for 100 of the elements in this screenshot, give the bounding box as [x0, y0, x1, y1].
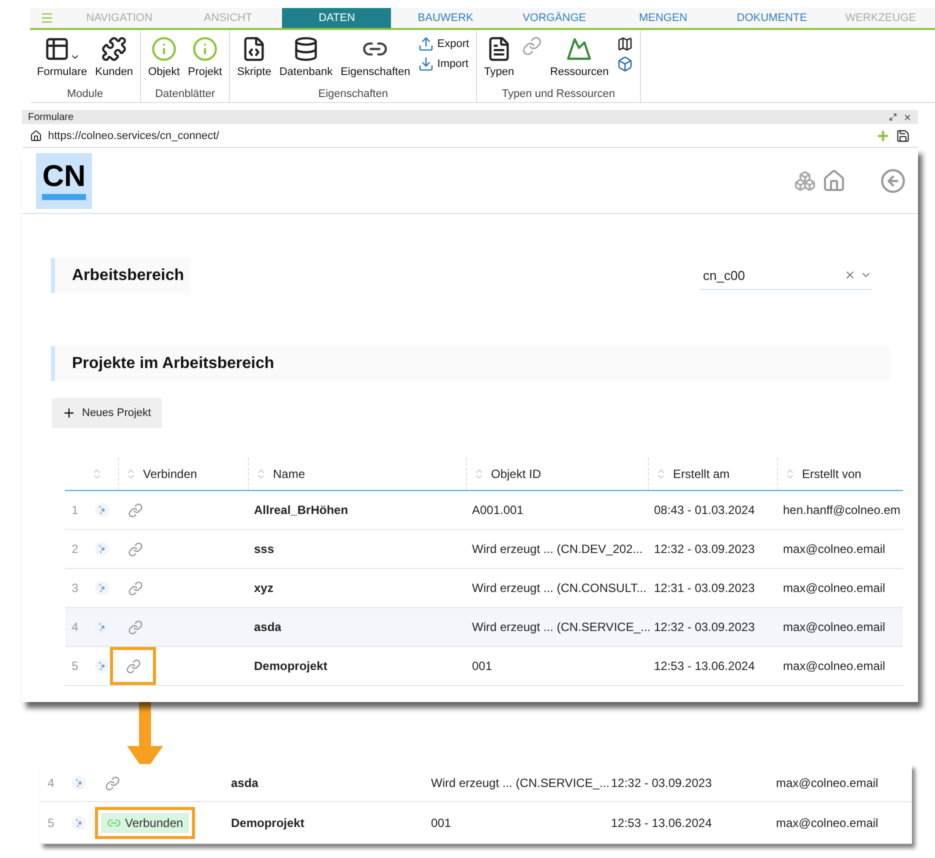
ribbon-button[interactable]: Kunden — [92, 36, 136, 88]
section-heading: Arbeitsbereich — [51, 258, 190, 293]
dots-icon — [70, 814, 86, 830]
table-icon — [44, 36, 70, 62]
restore-icon[interactable] — [889, 113, 897, 121]
row-number: 2 — [70, 542, 80, 556]
ribbon-button[interactable]: Skripte — [234, 36, 274, 88]
column-header[interactable]: Name — [248, 458, 466, 490]
puzzle-icon — [101, 36, 128, 62]
table-cell-text: 001 — [471, 659, 494, 673]
sort-icon — [784, 468, 796, 480]
mountain-icon — [566, 36, 592, 62]
table-cell-text: asda — [230, 776, 260, 790]
ribbon-button[interactable]: Objekt — [145, 36, 183, 88]
table-cell-text: max@colneo.email — [775, 776, 880, 790]
ribbon-tab[interactable]: MENGEN — [608, 8, 718, 28]
sort-icon — [473, 468, 485, 480]
plus-icon — [62, 406, 76, 420]
ribbon-button[interactable]: Datenbank — [276, 36, 336, 88]
sort-icon — [255, 468, 267, 480]
ribbon-button[interactable]: Import — [415, 56, 472, 72]
dots-icon — [70, 775, 86, 791]
connected-badge[interactable]: Verbunden — [101, 812, 190, 832]
table-cell-text: xyz — [253, 581, 274, 595]
ribbon-button[interactable]: Eigenschaften — [338, 36, 414, 88]
database-icon — [292, 36, 319, 62]
table-cell-text: 08:43 - 01.03.2024 — [653, 503, 756, 517]
new-project-button[interactable]: Neues Projekt — [52, 398, 162, 428]
ribbon-button[interactable]: Export — [415, 36, 472, 52]
ribbon-button[interactable]: Typen — [481, 36, 518, 88]
row-number: 3 — [70, 581, 80, 595]
link-icon[interactable] — [128, 620, 143, 634]
group-label: Module — [66, 88, 104, 102]
row-number: 4 — [70, 620, 80, 634]
row-number: 5 — [70, 659, 80, 673]
table-cell-text: Demoprojekt — [253, 659, 328, 673]
table-cell-text: hen.hanff@colneo.em — [782, 503, 902, 517]
table-cell-text: 12:32 - 03.09.2023 — [653, 542, 756, 556]
info-icon — [192, 36, 218, 62]
table-cell-text: max@colneo.email — [782, 620, 886, 634]
map-icon — [616, 36, 633, 52]
dots-icon — [94, 580, 110, 596]
column-header[interactable]: Erstellt am — [648, 458, 777, 490]
logo: CN — [36, 152, 92, 208]
table-cell-text: Wird erzeugt ... (CN.DEV_202... — [471, 542, 644, 556]
close-icon[interactable] — [903, 112, 912, 122]
sort-icon — [125, 468, 137, 480]
ribbon-button[interactable]: Projekt — [184, 36, 226, 88]
home-icon[interactable] — [30, 130, 42, 142]
cubes-icon[interactable] — [794, 170, 816, 192]
ribbon-tab[interactable]: BAUWERK — [391, 8, 500, 28]
table-cell-text: A001.001 — [471, 503, 524, 517]
ribbon-button[interactable]: Formulare — [34, 36, 90, 88]
table-cell-text: Wird erzeugt ... (CN.CONSULT... — [471, 581, 648, 595]
table-cell-text: Wird erzeugt ... (CN.SERVICE_... — [471, 620, 648, 634]
column-header[interactable]: Verbinden — [118, 458, 248, 490]
group-label: Datenblätter — [154, 88, 216, 102]
add-icon[interactable] — [876, 128, 890, 142]
table-cell-text: max@colneo.email — [775, 816, 880, 830]
column-header[interactable]: Objekt ID — [466, 458, 648, 490]
table-cell-text: Demoprojekt — [230, 816, 306, 830]
dots-icon — [94, 541, 110, 557]
url-text: https://colneo.services/cn_connect/ — [48, 130, 220, 142]
table-cell-text: sss — [253, 542, 276, 556]
ribbon-button[interactable]: Ressourcen — [547, 36, 612, 88]
cube-icon — [616, 56, 633, 72]
table-cell-text: 12:53 - 13.06.2024 — [610, 816, 713, 830]
row-number: 5 — [46, 816, 56, 830]
link-icon[interactable] — [128, 580, 143, 596]
save-icon[interactable] — [896, 128, 910, 142]
link-icon[interactable] — [105, 776, 120, 790]
info-icon — [150, 36, 177, 62]
download-icon — [418, 56, 434, 72]
table-cell-text: max@colneo.email — [782, 581, 886, 595]
table-cell-text: 001 — [430, 816, 452, 830]
clear-icon — [844, 269, 856, 281]
column-header[interactable]: Erstellt von — [777, 458, 903, 490]
workspace-select[interactable]: cn_c00 — [700, 262, 872, 290]
link-icon[interactable] — [126, 658, 140, 674]
sort-icon — [655, 468, 667, 480]
ribbon-tab[interactable]: DATEN — [282, 8, 392, 28]
row-number: 4 — [46, 776, 56, 790]
dots-icon — [94, 658, 110, 674]
link-icon — [522, 36, 542, 56]
link-icon[interactable] — [128, 542, 143, 556]
group-label: Eigenschaften — [317, 88, 389, 102]
table-cell-text: 12:31 - 03.09.2023 — [653, 581, 756, 595]
back-icon[interactable] — [880, 168, 906, 194]
table-cell-text: 12:32 - 03.09.2023 — [653, 620, 756, 634]
ribbon-tab[interactable]: DOKUMENTE — [718, 8, 826, 28]
link-icon[interactable] — [128, 502, 143, 518]
table-cell-text: max@colneo.email — [782, 659, 886, 673]
section-heading: Projekte im Arbeitsbereich — [51, 346, 890, 381]
upload-icon — [418, 36, 434, 52]
sort-icon[interactable] — [91, 468, 103, 480]
table-cell-text: Allreal_BrHöhen — [253, 503, 350, 517]
ribbon-tab[interactable]: VORGÄNGE — [500, 8, 609, 28]
group-label: Typen und Ressourcen — [500, 88, 616, 102]
panel-title: Formulare — [28, 112, 75, 122]
menu-icon — [40, 11, 54, 25]
